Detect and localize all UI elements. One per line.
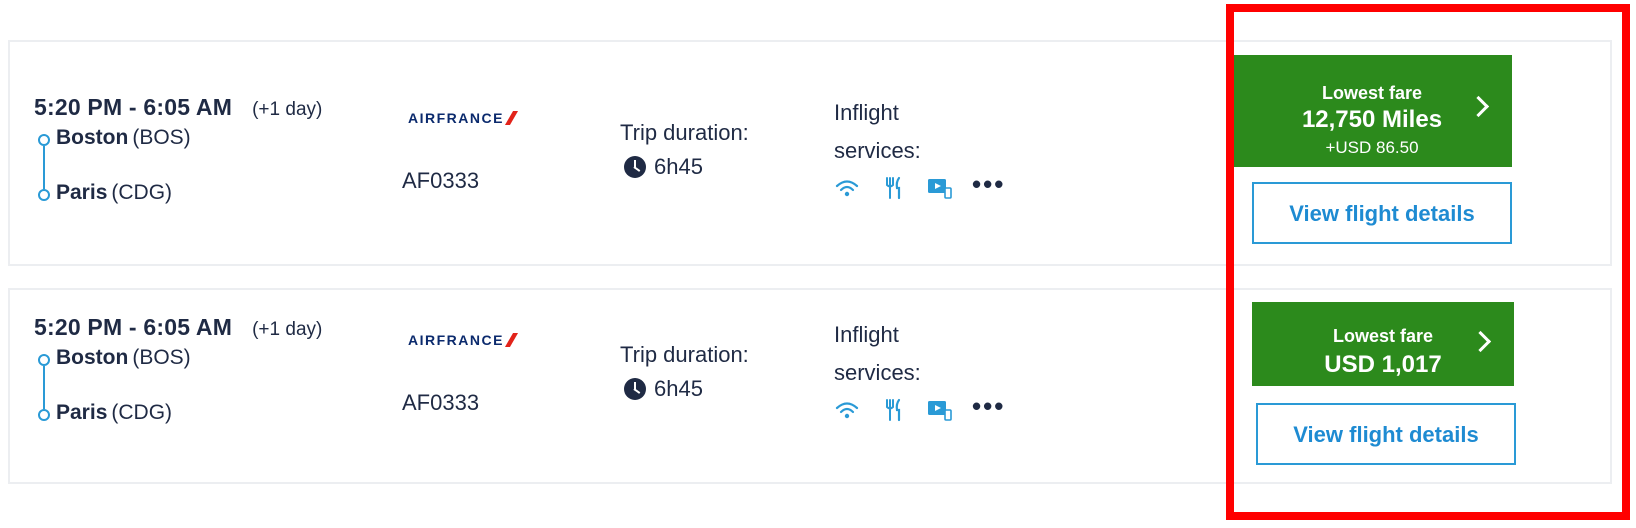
trip-duration-value: 6h45 (654, 376, 703, 401)
next-day-indicator: (+1 day) (252, 99, 323, 120)
trip-duration-label: Trip duration: (620, 120, 749, 145)
fare-label: Lowest fare (1321, 82, 1423, 103)
fare-amount: USD 1,017 (1324, 350, 1442, 378)
inflight-services-label-line2: services: (834, 360, 921, 385)
more-icon[interactable]: ••• (972, 393, 1005, 419)
inflight-services-icons: ••• (834, 171, 1005, 200)
origin-dot-icon (38, 134, 50, 146)
inflight-services-icons: ••• (834, 393, 1005, 422)
origin-code: (BOS) (132, 126, 191, 149)
flight-times: 5:20 PM - 6:05 AM (+1 day) (34, 94, 322, 121)
flight-times: 5:20 PM - 6:05 AM (+1 day) (34, 314, 322, 341)
destination-city: Paris (56, 181, 108, 204)
clock-icon (624, 378, 646, 400)
wifi-icon (835, 180, 859, 197)
origin-code: (BOS) (132, 346, 191, 369)
fare-extra-cost: +USD 86.50 (1325, 137, 1419, 157)
inflight-services-label-line2: services: (834, 138, 921, 163)
clock-icon (624, 156, 646, 178)
destination-code: (CDG) (111, 181, 173, 204)
view-flight-details-button[interactable]: View flight details (1256, 403, 1516, 465)
meal-icon (886, 398, 901, 422)
origin-city: Boston (56, 126, 129, 149)
wifi-icon (835, 402, 859, 419)
entertainment-icon (928, 179, 952, 199)
more-icon[interactable]: ••• (972, 171, 1005, 197)
inflight-services-label: Inflight services: (834, 316, 921, 392)
airline-logo-mark-icon (504, 333, 518, 347)
airline-logo: AIRFRANCE (408, 110, 518, 126)
trip-duration-value: 6h45 (654, 154, 703, 179)
destination-city: Paris (56, 401, 108, 424)
meal-icon (886, 176, 901, 200)
route-line (43, 146, 45, 189)
route: Boston (BOS) Paris (CDG) (38, 346, 258, 426)
airline-logo-text: AIRFRANCE (408, 110, 504, 126)
route-line (43, 366, 45, 409)
trip-duration: 6h45 (624, 154, 703, 180)
inflight-services-label-line1: Inflight (834, 322, 899, 347)
fare-amount: 12,750 Miles (1301, 105, 1443, 133)
inflight-services-label: Inflight services: (834, 94, 921, 170)
fare-label: Lowest fare (1332, 325, 1434, 346)
route: Boston (BOS) Paris (CDG) (38, 126, 258, 206)
next-day-indicator: (+1 day) (252, 319, 323, 340)
entertainment-icon (928, 401, 952, 421)
airline-logo-mark-icon (504, 111, 518, 125)
origin: Boston (BOS) (56, 126, 191, 150)
destination-code: (CDG) (111, 401, 173, 424)
trip-duration-label: Trip duration: (620, 342, 749, 367)
flight-number: AF0333 (402, 390, 480, 415)
destination: Paris (CDG) (56, 181, 172, 205)
airline-logo: AIRFRANCE (408, 332, 518, 348)
flight-number: AF0333 (402, 168, 480, 193)
lowest-fare-button[interactable]: Lowest fare USD 1,017 (1252, 302, 1514, 386)
lowest-fare-button[interactable]: Lowest fare 12,750 Miles +USD 86.50 (1232, 55, 1512, 167)
departure-arrival-time: 5:20 PM - 6:05 AM (34, 94, 233, 120)
departure-arrival-time: 5:20 PM - 6:05 AM (34, 314, 233, 340)
destination-dot-icon (38, 409, 50, 421)
destination-dot-icon (38, 189, 50, 201)
origin: Boston (BOS) (56, 346, 191, 370)
view-flight-details-button[interactable]: View flight details (1252, 182, 1512, 244)
airline-logo-text: AIRFRANCE (408, 332, 504, 348)
destination: Paris (CDG) (56, 401, 172, 425)
trip-duration: 6h45 (624, 376, 703, 402)
flight-result-card: 5:20 PM - 6:05 AM (+1 day) Boston (BOS) P… (8, 288, 1612, 484)
origin-city: Boston (56, 346, 129, 369)
flight-result-card: 5:20 PM - 6:05 AM (+1 day) Boston (BOS) P… (8, 40, 1612, 266)
origin-dot-icon (38, 354, 50, 366)
inflight-services-label-line1: Inflight (834, 100, 899, 125)
